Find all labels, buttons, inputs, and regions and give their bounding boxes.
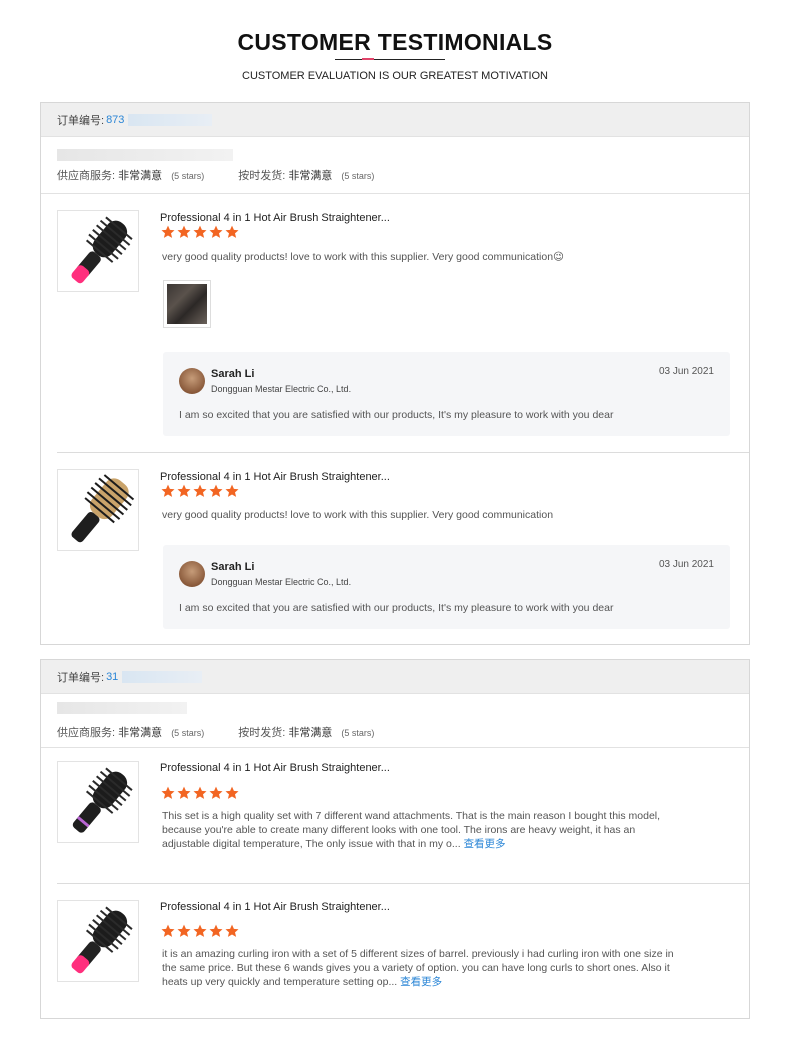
product-thumbnail[interactable] <box>57 469 139 551</box>
star-icon <box>225 484 239 497</box>
buyer-redacted <box>57 702 187 714</box>
star-icon <box>193 786 207 799</box>
product-title[interactable]: Professional 4 in 1 Hot Air Brush Straig… <box>160 762 390 774</box>
reply-author: Sarah Li <box>211 368 255 380</box>
order-panel: 订单编号: 31 供应商服务: 非常满意 (5 stars) 按时发货: 非常满… <box>40 659 750 1019</box>
star-icon <box>225 225 239 238</box>
star-icon <box>225 924 239 937</box>
review-item: Professional 4 in 1 Hot Air Brush Straig… <box>57 453 749 643</box>
star-icon <box>209 484 223 497</box>
star-rating <box>161 225 239 239</box>
order-panel: 订单编号: 873 供应商服务: 非常满意 (5 stars) 按时发货: 非常… <box>40 102 750 645</box>
review-item: Professional 4 in 1 Hot Air Brush Straig… <box>57 884 749 1018</box>
reply-author: Sarah Li <box>211 561 255 573</box>
page-subtitle: CUSTOMER EVALUATION IS OUR GREATEST MOTI… <box>242 70 548 82</box>
order-number[interactable]: 873 <box>106 114 124 126</box>
page-title: CUSTOMER TESTIMONIALS <box>237 29 553 55</box>
order-label: 订单编号: <box>57 671 105 684</box>
supplier-service-rating: 供应商服务: 非常满意 (5 stars) <box>57 170 205 182</box>
avatar <box>179 368 205 394</box>
see-more-link[interactable]: 查看更多 <box>400 976 442 988</box>
product-title[interactable]: Professional 4 in 1 Hot Air Brush Straig… <box>160 471 390 483</box>
buyer-redacted <box>57 149 233 161</box>
ontime-delivery-rating: 按时发货: 非常满意 (5 stars) <box>238 170 375 182</box>
review-item: Professional 4 in 1 Hot Air Brush Straig… <box>57 748 749 884</box>
product-thumbnail[interactable] <box>57 210 139 292</box>
title-underline-accent <box>362 58 374 60</box>
supplier-service-rating: 供应商服务: 非常满意 (5 stars) <box>57 727 205 739</box>
reply-message: I am so excited that you are satisfied w… <box>179 409 614 421</box>
review-text: This set is a high quality set with 7 di… <box>162 810 661 850</box>
review-text: very good quality products! love to work… <box>162 509 554 521</box>
reply-company: Dongguan Mestar Electric Co., Ltd. <box>211 384 352 394</box>
star-icon <box>177 786 191 799</box>
avatar <box>179 561 205 587</box>
review-text: it is an amazing curling iron with a set… <box>162 948 674 988</box>
reply-message: I am so excited that you are satisfied w… <box>179 602 614 614</box>
order-number-redacted <box>128 113 213 126</box>
star-icon <box>209 225 223 238</box>
product-thumbnail[interactable] <box>57 761 139 843</box>
star-icon <box>177 225 191 238</box>
order-meta: 供应商服务: 非常满意 (5 stars) 按时发货: 非常满意 (5 star… <box>41 694 749 748</box>
reply-date: 03 Jun 2021 <box>658 559 714 570</box>
order-header: 订单编号: 873 <box>41 103 749 137</box>
reply-company: Dongguan Mestar Electric Co., Ltd. <box>211 577 352 587</box>
title-underline <box>335 59 445 60</box>
star-rating <box>161 924 239 938</box>
review-text: very good quality products! love to work… <box>162 251 564 263</box>
supplier-reply: Sarah Li Dongguan Mestar Electric Co., L… <box>163 545 730 629</box>
star-icon <box>193 484 207 497</box>
star-icon <box>177 924 191 937</box>
star-icon <box>193 225 207 238</box>
supplier-reply: Sarah Li Dongguan Mestar Electric Co., L… <box>163 352 730 436</box>
review-item: Professional 4 in 1 Hot Air Brush Straig… <box>57 194 749 453</box>
star-icon <box>177 484 191 497</box>
order-meta: 供应商服务: 非常满意 (5 stars) 按时发货: 非常满意 (5 star… <box>41 137 749 194</box>
star-icon <box>161 786 175 799</box>
star-icon <box>209 924 223 937</box>
star-icon <box>161 484 175 497</box>
star-icon <box>161 924 175 937</box>
reply-date: 03 Jun 2021 <box>658 366 714 377</box>
star-icon <box>209 786 223 799</box>
star-icon <box>161 225 175 238</box>
product-title[interactable]: Professional 4 in 1 Hot Air Brush Straig… <box>160 901 390 913</box>
order-number-redacted <box>122 670 203 683</box>
star-rating <box>161 786 239 800</box>
review-photo[interactable] <box>163 280 211 328</box>
star-rating <box>161 484 239 498</box>
ontime-delivery-rating: 按时发货: 非常满意 (5 stars) <box>238 727 375 739</box>
order-header: 订单编号: 31 <box>41 660 749 694</box>
see-more-link[interactable]: 查看更多 <box>464 838 506 850</box>
product-thumbnail[interactable] <box>57 900 139 982</box>
star-icon <box>193 924 207 937</box>
product-title[interactable]: Professional 4 in 1 Hot Air Brush Straig… <box>160 212 390 224</box>
order-number[interactable]: 31 <box>106 671 118 683</box>
star-icon <box>225 786 239 799</box>
order-label: 订单编号: <box>57 114 105 127</box>
